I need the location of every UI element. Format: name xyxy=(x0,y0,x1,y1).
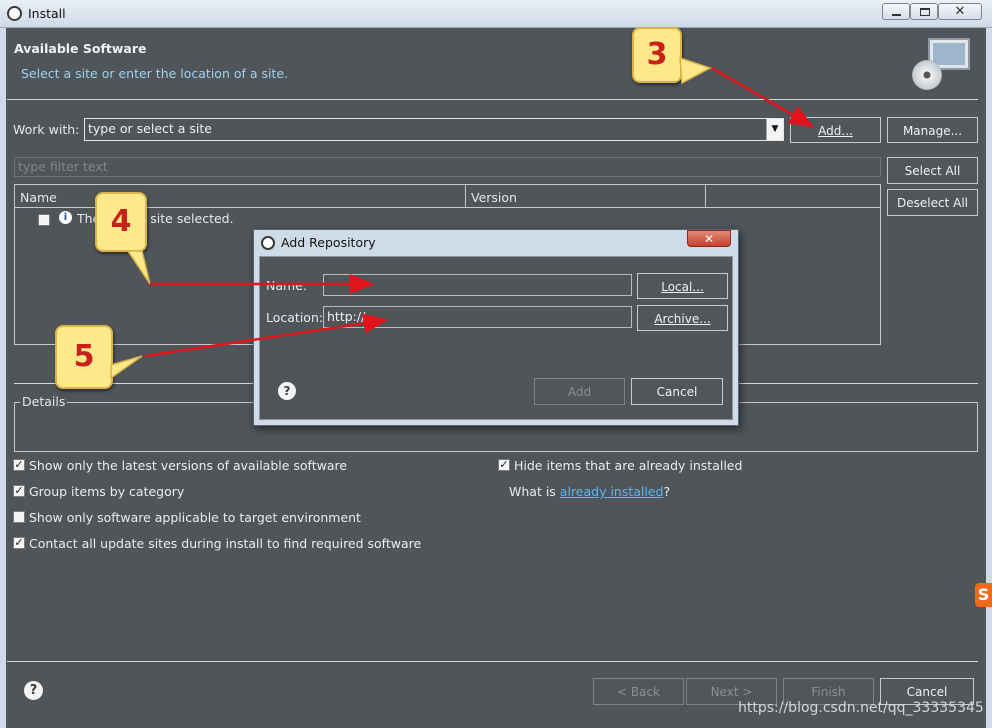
callout-3-tail xyxy=(679,56,712,85)
annotation-arrows xyxy=(110,56,815,380)
arrow-to-location-field xyxy=(144,313,389,358)
callout-4-tail xyxy=(126,250,151,285)
callout-5-tail xyxy=(110,355,143,380)
arrow-to-add-button xyxy=(711,66,815,128)
